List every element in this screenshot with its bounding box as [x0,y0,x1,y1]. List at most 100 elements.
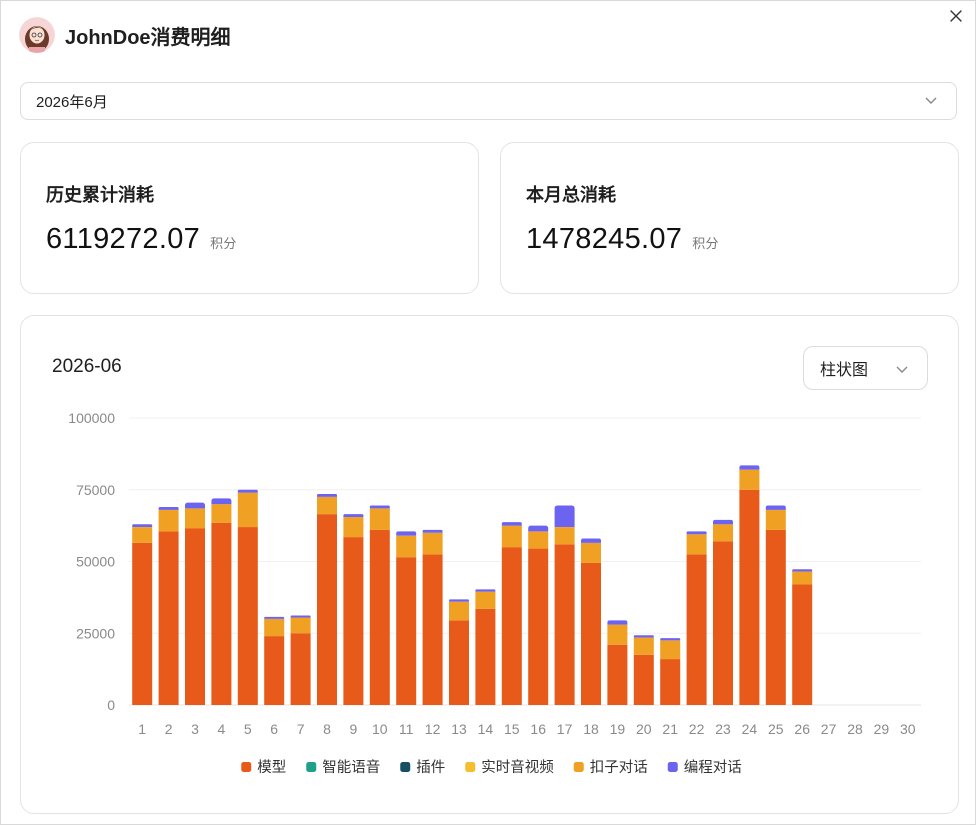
bar-segment[interactable] [343,514,364,518]
bar-segment[interactable] [475,589,496,592]
bar-segment[interactable] [132,527,153,543]
bar-segment[interactable] [713,541,733,705]
legend-item[interactable]: 扣子对话 [573,759,648,776]
legend-item[interactable]: 插件 [400,759,445,776]
y-tick-label: 25000 [76,625,115,641]
bar-segment[interactable] [792,584,813,705]
bar-segment[interactable] [211,522,232,705]
x-tick-label: 4 [218,721,226,737]
x-tick-label: 19 [610,721,626,737]
bar-segment[interactable] [449,620,469,705]
bar-segment[interactable] [765,505,786,510]
x-tick-label: 8 [323,721,331,737]
bar-segment[interactable] [422,554,443,705]
bar-segment[interactable] [581,542,601,563]
bar-segment[interactable] [713,519,733,525]
bar-segment[interactable] [290,633,311,705]
bar-segment[interactable] [237,489,258,493]
bar-segment[interactable] [211,498,232,505]
bar-segment[interactable] [686,534,707,555]
bar-segment[interactable] [158,531,179,705]
bar-segment[interactable] [237,492,258,528]
legend-item[interactable]: 编程对话 [667,759,742,776]
bar-segment[interactable] [660,638,681,641]
bar-segment[interactable] [713,524,733,542]
bar-segment[interactable] [554,527,575,545]
bar-segment[interactable] [396,557,417,705]
bar-segment[interactable] [396,535,417,558]
x-tick-label: 5 [244,721,252,737]
bar-segment[interactable] [501,547,522,705]
bar-segment[interactable] [528,548,549,705]
x-tick-label: 12 [425,721,441,737]
close-button[interactable] [945,5,967,27]
legend-item[interactable]: 实时音视频 [465,759,554,776]
bar-segment[interactable] [369,505,390,509]
x-tick-label: 6 [270,721,278,737]
bar-segment[interactable] [317,496,337,515]
bar-segment[interactable] [581,562,601,705]
month-select[interactable]: 2026年6月 [20,82,957,120]
bar-segment[interactable] [343,517,364,538]
bar-segment[interactable] [765,529,786,705]
y-tick-label: 50000 [76,554,115,570]
bar-segment[interactable] [607,624,628,645]
bar-segment[interactable] [158,509,179,532]
bar-segment[interactable] [369,508,390,530]
bar-segment[interactable] [607,620,628,625]
bar-segment[interactable] [422,529,443,533]
legend-item[interactable]: 模型 [241,759,286,776]
bar-segment[interactable] [317,494,337,497]
bar-segment[interactable] [185,528,205,705]
bar-segment[interactable] [686,531,707,535]
bar-segment[interactable] [528,531,549,549]
bar-segment[interactable] [185,502,205,509]
bar-segment[interactable] [633,637,654,655]
bar-segment[interactable] [554,544,575,705]
x-tick-label: 24 [742,721,758,737]
bar-segment[interactable] [264,636,285,705]
bar-segment[interactable] [343,537,364,705]
bar-segment[interactable] [185,508,205,529]
bar-segment[interactable] [422,532,443,555]
bar-segment[interactable] [739,469,760,490]
bar-segment[interactable] [475,591,496,609]
bar-segment[interactable] [581,538,601,543]
bar-segment[interactable] [633,654,654,705]
bar-segment[interactable] [660,659,681,705]
legend-label: 编程对话 [684,759,742,776]
bar-segment[interactable] [739,465,760,470]
bar-segment[interactable] [369,529,390,705]
bar-segment[interactable] [264,618,285,637]
bar-segment[interactable] [449,601,469,621]
bar-segment[interactable] [554,505,575,528]
bar-segment[interactable] [317,514,337,705]
bar-segment[interactable] [792,571,813,585]
bar-segment[interactable] [501,522,522,526]
x-tick-label: 28 [847,721,863,737]
bar-segment[interactable] [449,599,469,602]
bar-segment[interactable] [132,524,153,528]
legend-item[interactable]: 智能语音 [306,759,380,776]
bar-segment[interactable] [132,542,153,705]
bar-segment[interactable] [739,489,760,705]
bar-segment[interactable] [237,527,258,705]
bar-segment[interactable] [765,509,786,530]
bar-segment[interactable] [290,615,311,618]
bar-segment[interactable] [792,569,813,572]
bar-segment[interactable] [396,531,417,536]
bar-segment[interactable] [686,554,707,705]
bar-segment[interactable] [290,617,311,634]
bar-segment[interactable] [211,504,232,523]
bar-segment[interactable] [528,525,549,532]
card-unit: 积分 [210,236,237,251]
bar-segment[interactable] [660,640,681,660]
bar-segment[interactable] [475,608,496,705]
bar-segment[interactable] [158,506,179,510]
bar-segment[interactable] [264,616,285,619]
bar-segment[interactable] [501,525,522,548]
x-tick-label: 26 [794,721,810,737]
header: JohnDoe消费明细 [19,15,231,55]
bar-segment[interactable] [607,644,628,705]
bar-segment[interactable] [633,635,654,638]
